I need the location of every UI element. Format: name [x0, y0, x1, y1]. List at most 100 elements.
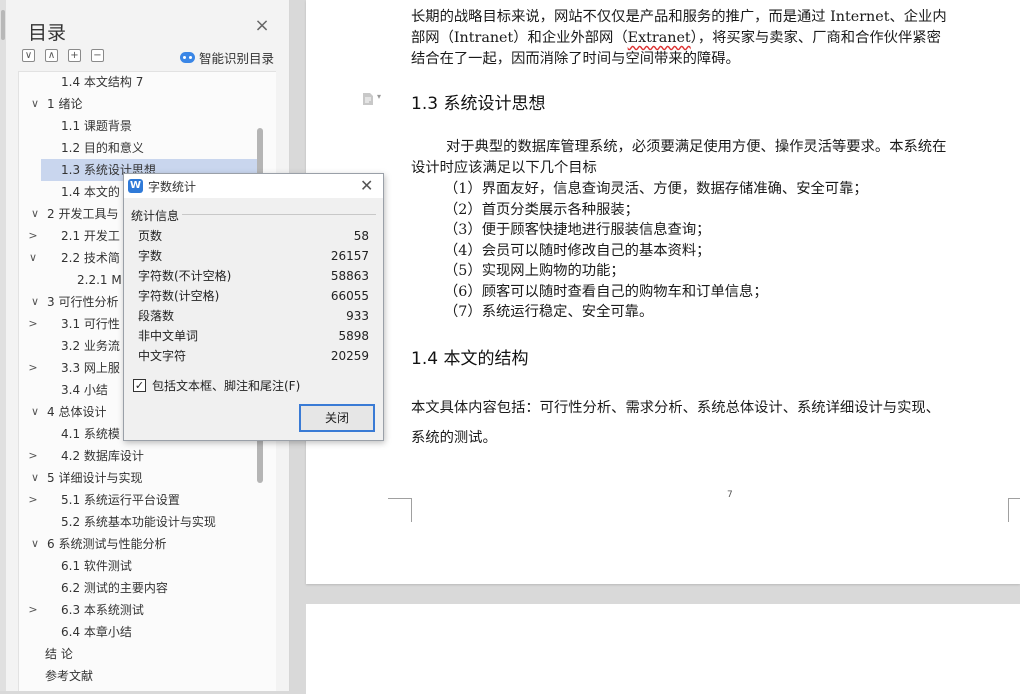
collapse-arrow-icon[interactable]: ∨ [29, 291, 41, 313]
chevron-down-icon[interactable]: ▾ [377, 92, 381, 101]
toc-item[interactable]: ∨ 1 绪论 [19, 93, 269, 115]
para-line: 本文具体内容包括：可行性分析、需求分析、系统总体设计、系统详细设计与实现、 [411, 400, 940, 416]
expand-arrow-icon[interactable]: > [27, 357, 39, 379]
para-line: 对于典型的数据库管理系统，必须要满足使用方便、操作灵活等要求。本系统在 [446, 139, 947, 155]
ai-icon [180, 52, 195, 63]
spelling-flag[interactable]: Extranet [628, 30, 691, 46]
document-area: 长期的战略目标来说，网站不仅仅是产品和服务的推广，而是通过 Internet、企… [290, 0, 1020, 694]
toc-item[interactable]: 6.1 软件测试 [19, 555, 269, 577]
toc-item-label: 5.1 系统运行平台设置 [61, 493, 180, 507]
toc-item-label: 5 详细设计与实现 [47, 471, 143, 485]
expand-arrow-icon[interactable]: > [27, 225, 39, 247]
expand-arrow-icon[interactable]: > [27, 445, 39, 467]
stat-row: 非中文单词 5898 [138, 326, 369, 346]
toc-item[interactable]: >6.3 本系统测试 [19, 599, 269, 621]
goal-item: （7）系统运行稳定、安全可靠。 [444, 304, 654, 320]
close-icon[interactable]: ✕ [360, 176, 373, 195]
expand-arrow-icon[interactable]: > [27, 313, 39, 335]
stat-row: 字符数(计空格) 66055 [138, 286, 369, 306]
stat-value: 58863 [330, 269, 369, 283]
toc-item[interactable]: 6.2 测试的主要内容 [19, 577, 269, 599]
add-level-icon[interactable]: + [68, 49, 81, 62]
toc-item[interactable]: ∨ 6 系统测试与性能分析 [19, 533, 269, 555]
collapse-arrow-icon[interactable]: ∨ [27, 247, 39, 269]
toc-item[interactable]: >4.2 数据库设计 [19, 445, 269, 467]
toc-item-label: 2 开发工具与 [47, 207, 119, 221]
stat-value: 66055 [330, 289, 369, 303]
text-span: ），将买家与卖家、厂商和合作伙伴紧密 [690, 30, 941, 46]
collapse-arrow-icon[interactable]: ∨ [29, 93, 41, 115]
crop-mark [1008, 498, 1020, 522]
toc-item[interactable]: 1.4 本文结构 7 [19, 72, 269, 93]
stat-row: 页数 58 [138, 226, 369, 246]
divider [182, 214, 376, 215]
toc-item-label: 3.3 网上服 [61, 361, 120, 375]
toc-item-label: 1.1 课题背景 [61, 119, 132, 133]
toc-toolbar: ∨ ∧ + − [22, 49, 104, 62]
collapse-arrow-icon[interactable]: ∨ [29, 203, 41, 225]
dialog-titlebar[interactable]: W 字数统计 ✕ [124, 174, 383, 198]
toc-item-label: 结 论 [45, 647, 73, 661]
para-line: 部网（Intranet）和企业外部网（Extranet），将买家与卖家、厂商和合… [411, 26, 941, 47]
stat-row: 字符数(不计空格) 58863 [138, 266, 369, 286]
toc-item-label: 1 绪论 [47, 97, 83, 111]
para-line: 系统的测试。 [411, 430, 497, 446]
toc-item[interactable]: 6.4 本章小结 [19, 621, 269, 643]
include-checkbox[interactable]: ✓ [133, 379, 146, 392]
wps-logo-icon: W [128, 179, 143, 193]
stat-row: 字数 26157 [138, 246, 369, 266]
include-checkbox-label[interactable]: 包括文本框、脚注和尾注(F) [152, 377, 300, 394]
toc-item[interactable]: ∨ 5 详细设计与实现 [19, 467, 269, 489]
toc-item-label: 1.4 本文的 [61, 185, 120, 199]
toc-item[interactable]: >5.1 系统运行平台设置 [19, 489, 269, 511]
toc-item-label: 4.1 系统模 [61, 427, 120, 441]
toc-item-label: 6.1 软件测试 [61, 559, 132, 573]
expand-arrow-icon[interactable]: > [27, 599, 39, 621]
toc-item[interactable]: 5.2 系统基本功能设计与实现 [19, 511, 269, 533]
dialog-title: 字数统计 [148, 180, 197, 194]
toc-item-label: 1.4 本文结构 7 [61, 75, 144, 89]
toc-item[interactable]: 1.1 课题背景 [19, 115, 269, 137]
goal-item: （1）界面友好，信息查询灵活、方便，数据存储准确、安全可靠； [444, 181, 868, 197]
collapse-arrow-icon[interactable]: ∨ [29, 533, 41, 555]
expand-all-icon[interactable]: ∧ [45, 49, 58, 62]
toc-item-label: 2.2 技术简 [61, 251, 120, 265]
heading-1-4: 1.4 本文的结构 [411, 349, 529, 369]
toc-item-label: 3.4 小结 [61, 383, 108, 397]
stat-value: 933 [346, 309, 369, 323]
toc-item-label: 4 总体设计 [47, 405, 107, 419]
stat-row: 段落数 933 [138, 306, 369, 326]
stat-label: 非中文单词 [138, 329, 199, 343]
side-rail [0, 0, 6, 691]
collapse-arrow-icon[interactable]: ∨ [29, 401, 41, 423]
para-line: 结合在了一起，因而消除了时间与空间带来的障碍。 [411, 51, 740, 67]
remove-level-icon[interactable]: − [91, 49, 104, 62]
stat-label: 字符数(不计空格) [138, 269, 232, 283]
toc-item-label: 3.1 可行性 [61, 317, 120, 331]
goal-item: （5）实现网上购物的功能； [444, 263, 625, 279]
toc-item[interactable]: 结 论 [19, 643, 269, 665]
toc-item-label: 6.3 本系统测试 [61, 603, 144, 617]
toc-item-label: 6 系统测试与性能分析 [47, 537, 167, 551]
toc-item-label: 2.1 开发工 [61, 229, 120, 243]
stat-label: 页数 [138, 229, 163, 243]
collapse-all-icon[interactable]: ∨ [22, 49, 35, 62]
text-span: 部网（Intranet）和企业外部网（ [411, 30, 628, 46]
stat-label: 字数 [138, 249, 163, 263]
toc-title: 目录 [28, 22, 67, 44]
crop-mark [388, 498, 412, 522]
para-line: 长期的战略目标来说，网站不仅仅是产品和服务的推广，而是通过 Internet、企… [411, 9, 947, 25]
page-number: 7 [727, 490, 733, 500]
close-button[interactable]: 关闭 [299, 404, 375, 432]
goal-item: （4）会员可以随时修改自己的基本资料； [444, 242, 711, 259]
smart-toc-button[interactable]: 智能识别目录 [180, 48, 274, 67]
toc-item-label: 3.2 业务流 [61, 339, 120, 353]
toc-item[interactable]: 1.2 目的和意义 [19, 137, 269, 159]
collapse-arrow-icon[interactable]: ∨ [29, 467, 41, 489]
toc-close-icon[interactable]: × [254, 17, 270, 35]
toc-item[interactable]: 参考文献 [19, 665, 269, 687]
paragraph-style-icon[interactable] [361, 92, 375, 106]
rail-grip[interactable] [1, 10, 5, 40]
toc-item-label: 6.4 本章小结 [61, 625, 132, 639]
expand-arrow-icon[interactable]: > [27, 489, 39, 511]
